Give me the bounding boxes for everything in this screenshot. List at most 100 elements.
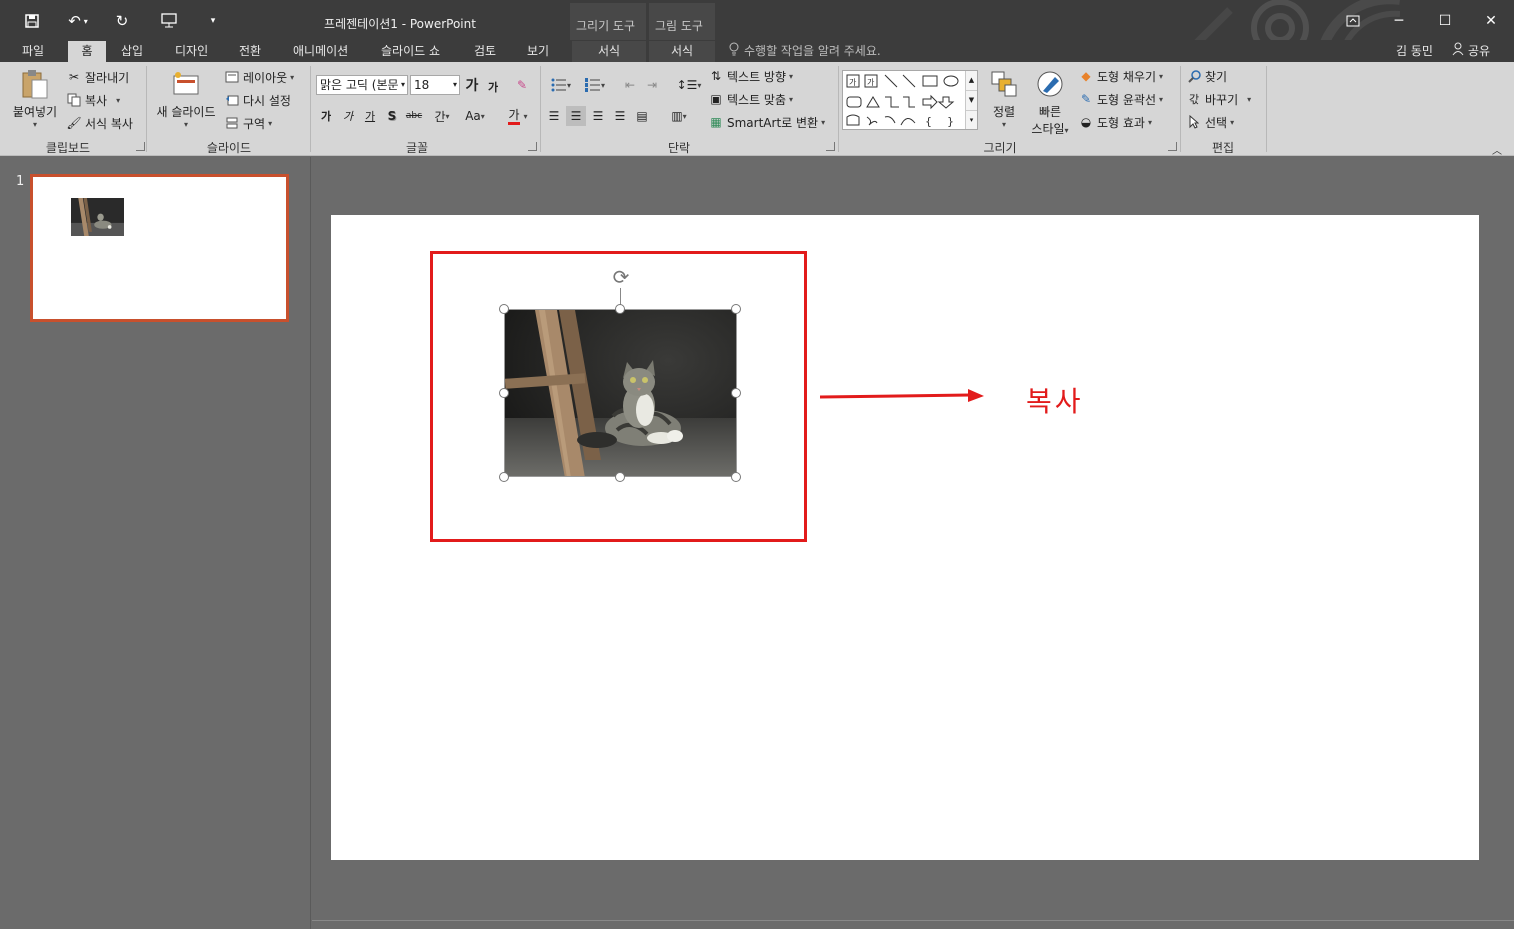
align-center-icon[interactable]: ☰ xyxy=(566,106,586,126)
cursor-icon xyxy=(1186,114,1202,130)
rotate-handle-icon[interactable]: ⟳ xyxy=(609,265,633,289)
line-spacing-button[interactable]: ↕☰ ▾ xyxy=(674,75,704,95)
font-size-dropdown-icon[interactable]: ▾ xyxy=(453,76,457,94)
bullets-button[interactable]: ▾ xyxy=(546,75,576,95)
char-spacing-button[interactable]: 간 ▾ xyxy=(428,106,456,126)
columns-button[interactable]: ▥ ▾ xyxy=(664,106,694,126)
pen-icon: ✎ xyxy=(1080,92,1092,106)
smartart-icon: ▦ xyxy=(710,115,722,129)
align-right-icon[interactable]: ☰ xyxy=(588,106,608,126)
replace-button[interactable]: 갃 바꾸기 ▾ xyxy=(1186,89,1251,109)
resize-handle-top[interactable] xyxy=(615,304,625,314)
paragraph-launcher-icon[interactable] xyxy=(826,142,835,151)
tab-file[interactable]: 파일 xyxy=(14,41,52,62)
resize-handle-top-right[interactable] xyxy=(731,304,741,314)
tab-animations[interactable]: 애니메이션 xyxy=(285,41,356,62)
resize-handle-bottom-left[interactable] xyxy=(499,472,509,482)
slide-thumbnail-1[interactable] xyxy=(30,174,289,322)
italic-button[interactable]: 가 xyxy=(340,106,356,126)
bold-button[interactable]: 가 xyxy=(318,106,334,126)
shape-fill-button[interactable]: ◆ 도형 채우기 ▾ xyxy=(1078,66,1163,86)
copy-dropdown-icon[interactable]: ▾ xyxy=(116,96,120,105)
resize-handle-right[interactable] xyxy=(731,388,741,398)
smartart-button[interactable]: ▦ SmartArt로 변환 ▾ xyxy=(708,112,825,132)
drawing-launcher-icon[interactable] xyxy=(1168,142,1177,151)
font-launcher-icon[interactable] xyxy=(528,142,537,151)
ribbon-display-options-icon[interactable] xyxy=(1338,10,1368,32)
tab-review[interactable]: 검토 xyxy=(466,41,504,62)
select-button[interactable]: 선택 ▾ xyxy=(1186,112,1234,132)
cat-picture[interactable] xyxy=(504,309,737,477)
format-painter-button[interactable]: 🖌 서식 복사 xyxy=(66,113,133,133)
new-slide-dropdown-icon[interactable]: ▾ xyxy=(152,120,220,129)
gallery-scrollbar[interactable]: ▲ ▼ ▾ xyxy=(965,71,977,129)
numbering-button[interactable]: ▾ xyxy=(580,75,610,95)
layout-button[interactable]: 레이아웃 ▾ xyxy=(224,67,294,87)
clear-formatting-icon[interactable]: ✎ xyxy=(512,75,532,95)
strikethrough-button[interactable]: abc xyxy=(404,106,424,126)
svg-text:가: 가 xyxy=(867,78,875,87)
gallery-down-icon[interactable]: ▼ xyxy=(966,90,977,110)
arrange-label: 정렬 xyxy=(992,105,1016,119)
change-case-button[interactable]: Aa ▾ xyxy=(460,106,490,126)
arrange-button[interactable]: 정렬 ▾ xyxy=(984,68,1024,129)
font-name-combo[interactable]: 맑은 고딕 (본문 ▾ xyxy=(316,75,408,95)
new-slide-button[interactable]: 새 슬라이드 ▾ xyxy=(152,68,220,129)
find-button[interactable]: 찾기 xyxy=(1186,66,1227,86)
user-name[interactable]: 김 동민 xyxy=(1396,42,1433,60)
copy-button[interactable]: 복사 ▾ xyxy=(66,90,120,110)
distribute-icon[interactable]: ▤ xyxy=(632,106,652,126)
resize-handle-bottom-right[interactable] xyxy=(731,472,741,482)
justify-icon[interactable]: ☰ xyxy=(610,106,630,126)
shape-effects-button[interactable]: ◒ 도형 효과 ▾ xyxy=(1078,112,1152,132)
tab-transitions[interactable]: 전환 xyxy=(231,41,269,62)
cut-label: 잘라내기 xyxy=(85,70,130,85)
tab-home[interactable]: 홈 xyxy=(68,41,106,62)
tab-picture-format[interactable]: 서식 xyxy=(649,41,715,62)
resize-handle-left[interactable] xyxy=(499,388,509,398)
tab-insert[interactable]: 삽입 xyxy=(113,41,151,62)
paste-dropdown-icon[interactable]: ▾ xyxy=(8,120,62,129)
clipboard-launcher-icon[interactable] xyxy=(136,142,145,151)
pane-divider[interactable] xyxy=(310,157,311,929)
resize-handle-bottom[interactable] xyxy=(615,472,625,482)
gallery-up-icon[interactable]: ▲ xyxy=(966,71,977,90)
font-color-button[interactable]: 가 ▾ xyxy=(502,106,534,126)
align-left-icon[interactable]: ☰ xyxy=(544,106,564,126)
collapse-ribbon-icon[interactable]: ︿ xyxy=(1492,142,1502,157)
tab-drawing-format[interactable]: 서식 xyxy=(572,41,646,62)
format-painter-label: 서식 복사 xyxy=(85,116,133,131)
close-icon[interactable]: ✕ xyxy=(1476,10,1506,32)
line-spacing-icon: ↕☰ xyxy=(676,78,698,92)
tab-design[interactable]: 디자인 xyxy=(167,41,216,62)
align-text-label: 텍스트 맞춤 xyxy=(727,92,787,107)
section-button[interactable]: 구역 ▾ xyxy=(224,113,272,133)
reset-button[interactable]: 다시 설정 xyxy=(224,90,291,110)
grow-font-button[interactable]: 가 xyxy=(464,75,480,95)
minimize-icon[interactable]: ─ xyxy=(1384,10,1414,32)
font-name-dropdown-icon[interactable]: ▾ xyxy=(401,76,405,94)
gallery-more-icon[interactable]: ▾ xyxy=(966,110,977,129)
cut-button[interactable]: ✂ 잘라내기 xyxy=(66,67,129,87)
increase-indent-icon[interactable]: ⇥ xyxy=(642,75,662,95)
maximize-icon[interactable]: ☐ xyxy=(1430,10,1460,32)
text-direction-button[interactable]: ⇅ 텍스트 방향 ▾ xyxy=(708,66,793,86)
resize-handle-top-left[interactable] xyxy=(499,304,509,314)
shapes-gallery[interactable]: 가 가 { } ▲ ▼ ▾ xyxy=(842,70,978,130)
lightbulb-icon xyxy=(728,42,740,61)
shadow-button[interactable]: S xyxy=(384,106,400,126)
tell-me-box[interactable]: 수행할 작업을 알려 주세요. xyxy=(728,42,881,60)
tab-slideshow[interactable]: 슬라이드 쇼 xyxy=(373,41,448,62)
align-text-button[interactable]: ▣ 텍스트 맞춤 ▾ xyxy=(708,89,793,109)
decrease-indent-icon[interactable]: ⇤ xyxy=(620,75,640,95)
font-size-combo[interactable]: 18 ▾ xyxy=(410,75,460,95)
share-button[interactable]: 공유 xyxy=(1452,42,1490,61)
bullets-dropdown-icon: ▾ xyxy=(566,80,571,90)
underline-button[interactable]: 가 xyxy=(362,106,378,126)
shrink-font-button[interactable]: 가 xyxy=(486,77,500,97)
tab-view[interactable]: 보기 xyxy=(519,41,557,62)
shape-outline-label: 도형 윤곽선 xyxy=(1097,92,1157,107)
quick-styles-button[interactable]: 빠른 스타일▾ xyxy=(1026,68,1074,137)
shape-outline-button[interactable]: ✎ 도형 윤곽선 ▾ xyxy=(1078,89,1163,109)
paste-button[interactable]: 붙여넣기 ▾ xyxy=(8,68,62,129)
